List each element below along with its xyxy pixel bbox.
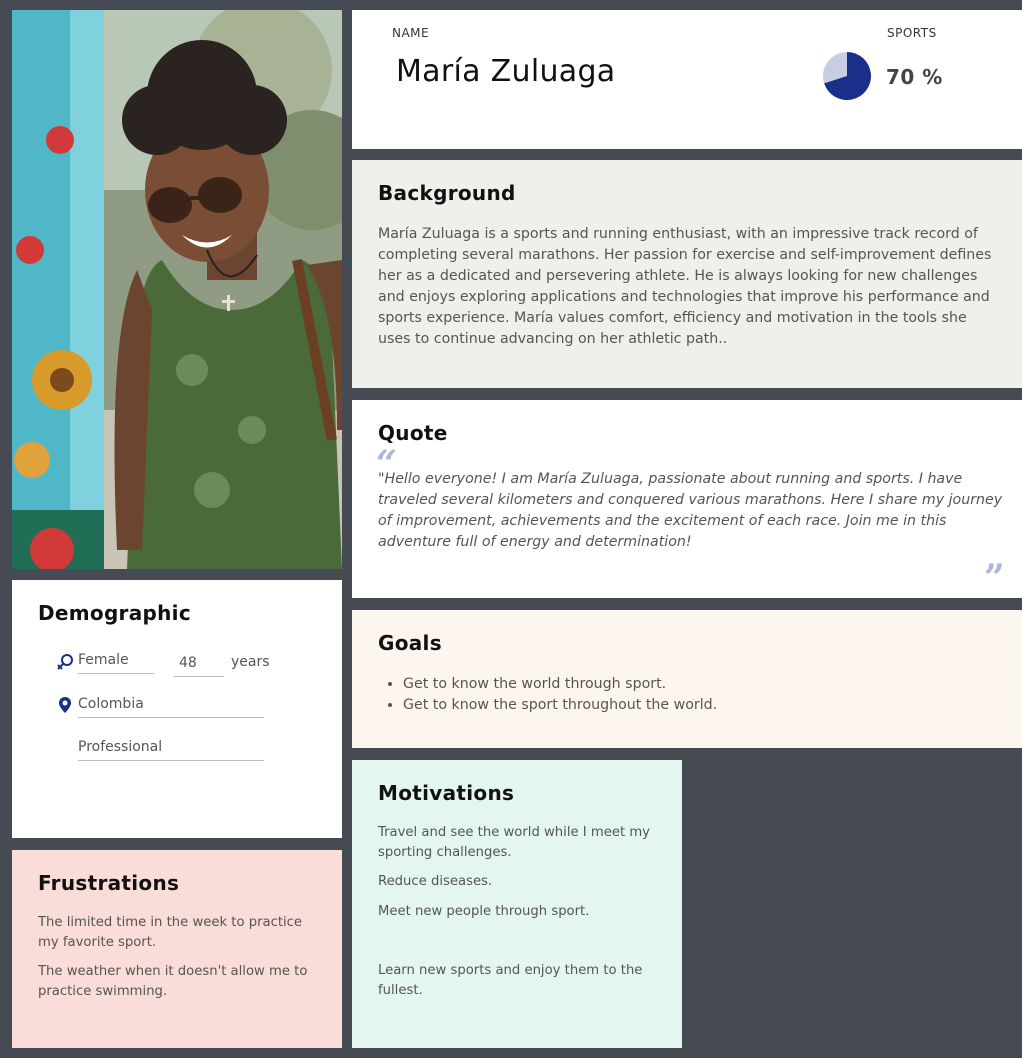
close-quote-icon: ” [984,557,1005,599]
sports-pie-chart [823,52,871,100]
goals-heading: Goals [378,631,442,655]
motivations-section: Motivations Travel and see the world whi… [352,760,682,1048]
quote-text: "Hello everyone! I am María Zuluaga, pas… [378,471,1003,550]
goals-list: Get to know the world through sport. Get… [403,674,717,716]
frustrations-heading: Frustrations [38,871,180,895]
name-label: NAME [392,26,430,40]
quote-heading: Quote [378,421,448,445]
persona-name: María Zuluaga [396,54,616,89]
demographic-heading: Demographic [38,601,191,625]
occupation-field: Professional [78,739,264,761]
background-text: María Zuluaga is a sports and running en… [378,226,992,347]
quote-section: Quote “ "Hello everyone! I am María Zulu… [352,400,1022,598]
goal-item: Get to know the sport throughout the wor… [403,695,717,716]
frustration-item: The limited time in the week to practice… [38,915,303,950]
goals-section: Goals Get to know the world through spor… [352,610,1022,748]
location-pin-icon [59,697,71,713]
gender-icon [57,654,73,670]
frustrations-section: Frustrations The limited time in the wee… [12,850,342,1048]
sports-percentage: 70 % [886,65,943,89]
goal-item: Get to know the world through sport. [403,674,717,695]
persona-photo [12,10,342,569]
country-field: Colombia [78,696,264,718]
motivation-item: Learn new sports and enjoy them to the f… [378,963,643,998]
sports-label: SPORTS [887,26,937,40]
gender-field: Female [78,652,154,674]
demographic-section: Demographic Female 48 years Colombia Pro… [12,580,342,838]
background-heading: Background [378,181,516,205]
frustration-item: The weather when it doesn't allow me to … [38,964,308,999]
age-unit-label: years [231,654,270,670]
background-section: Background María Zuluaga is a sports and… [352,160,1022,388]
motivation-item: Reduce diseases. [378,874,493,889]
motivation-item: Travel and see the world while I meet my… [378,825,650,860]
name-card: NAME María Zuluaga SPORTS 70 % [352,10,1022,149]
motivation-item: Meet new people through sport. [378,904,590,919]
age-field: 48 [174,655,224,677]
motivations-heading: Motivations [378,781,515,805]
